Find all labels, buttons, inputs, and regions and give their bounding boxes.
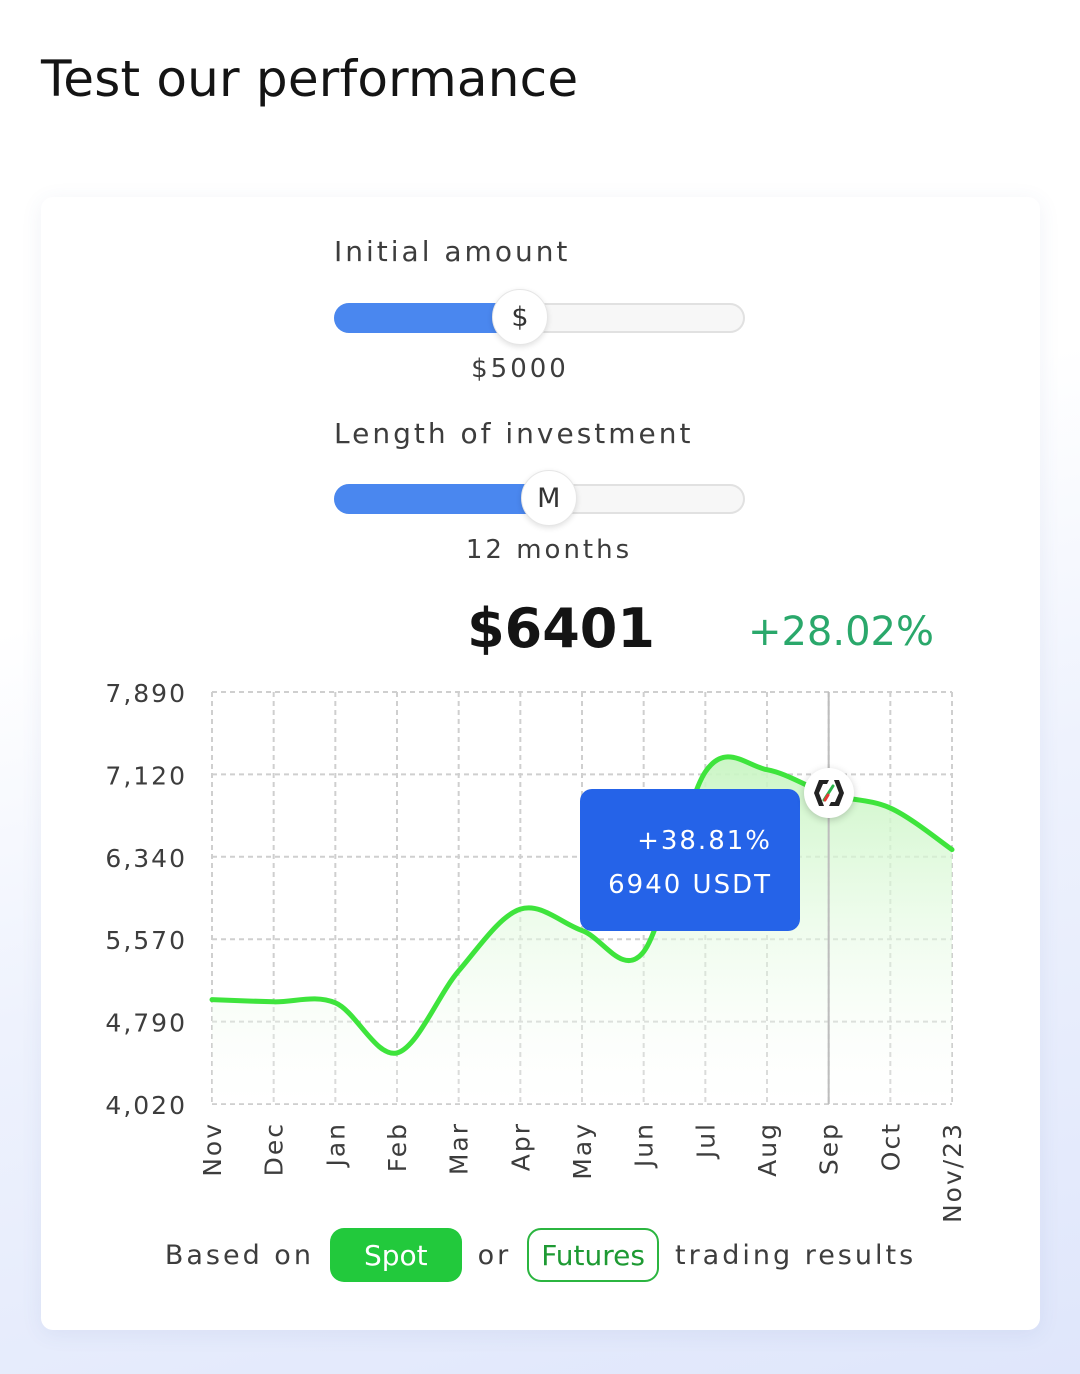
spot-button[interactable]: Spot <box>329 1228 462 1282</box>
y-tick-label: 7,120 <box>105 761 187 790</box>
x-tick-label: Nov/23 <box>938 1122 967 1223</box>
footer-prefix: Based on <box>164 1239 314 1271</box>
x-tick-label: Apr <box>506 1122 535 1171</box>
y-tick-label: 7,890 <box>105 679 187 708</box>
x-tick-label: May <box>568 1122 597 1180</box>
footer-or: or <box>477 1239 512 1271</box>
performance-card: Initial amount $ $5000 Length of investm… <box>41 197 1040 1330</box>
tooltip-change: +38.81% <box>637 826 772 856</box>
y-tick-label: 6,340 <box>105 844 187 873</box>
footer-suffix: trading results <box>674 1239 917 1271</box>
performance-chart: 7,890 7,120 6,340 5,570 4,790 4,020 Nov Dec Jan F… <box>105 679 967 1223</box>
x-tick-label: Nov <box>198 1122 227 1177</box>
x-tick-label: Dec <box>260 1122 289 1176</box>
exchange-logo-icon <box>814 780 844 806</box>
page-title: Test our performance <box>41 50 579 108</box>
trading-mode-selector: Based on Spot or Futures trading results <box>41 1227 1040 1283</box>
y-tick-label: 4,790 <box>105 1009 187 1038</box>
x-tick-label: Mar <box>445 1122 474 1175</box>
x-tick-label: Aug <box>753 1122 782 1177</box>
y-tick-label: 5,570 <box>105 926 187 955</box>
x-tick-label: Sep <box>815 1122 844 1175</box>
chart-hover-marker[interactable] <box>804 768 854 818</box>
futures-button[interactable]: Futures <box>527 1228 659 1282</box>
x-tick-label: Jan <box>321 1122 350 1169</box>
chart-tooltip: +38.81% 6940 USDT <box>580 789 800 931</box>
x-tick-label: Oct <box>876 1122 905 1171</box>
tooltip-value: 6940 USDT <box>608 870 772 900</box>
y-tick-label: 4,020 <box>105 1091 187 1120</box>
x-tick-label: Jul <box>691 1122 720 1160</box>
x-tick-label: Jun <box>630 1122 659 1169</box>
x-tick-label: Feb <box>383 1122 412 1172</box>
